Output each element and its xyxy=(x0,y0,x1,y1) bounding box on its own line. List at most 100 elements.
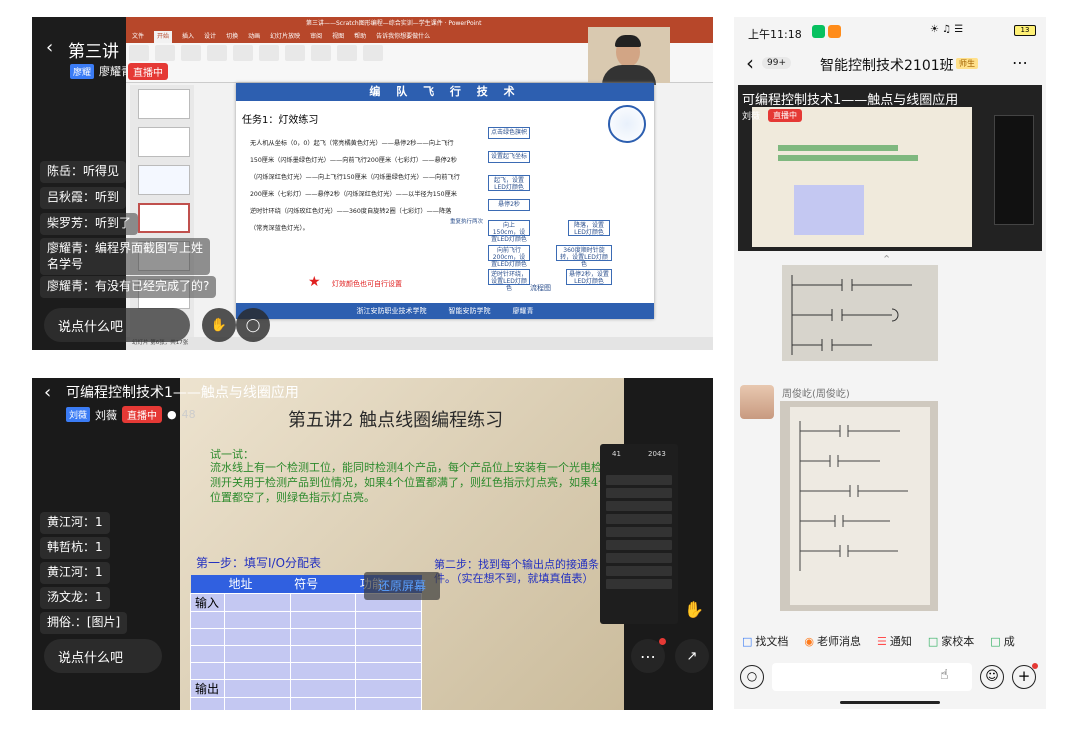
table-cell[interactable] xyxy=(224,610,291,629)
slide-thumb[interactable] xyxy=(138,127,190,157)
live-panel-bottom: 第五讲2 触点线圈编程练习 试一试： 流水线上有一个检测工位，能同时检测4个产品… xyxy=(32,378,713,710)
back-icon[interactable]: ‹ xyxy=(44,382,51,403)
ribbon-tab[interactable]: 幻灯片放映 xyxy=(270,31,300,43)
teacher-body xyxy=(602,65,656,85)
chat-bubble-icon[interactable]: ◯ xyxy=(236,308,270,342)
bottom-tabs: □ 找文档 ◉ 老师消息 ☰ 通知 □ 家校本 □ 成 xyxy=(742,631,1046,651)
font-icon[interactable] xyxy=(207,45,227,61)
add-icon[interactable]: + xyxy=(1012,665,1036,689)
ribbon-tab[interactable]: 视图 xyxy=(332,31,344,43)
chat-message: 韩哲杭：1 xyxy=(40,537,110,559)
mini-slide-text xyxy=(778,145,898,151)
mini-live-badge: 直播中 xyxy=(768,109,802,122)
find-icon[interactable] xyxy=(363,45,383,61)
handwritten-ladder-diagram xyxy=(799,421,908,571)
table-row xyxy=(190,644,422,663)
ribbon-tab[interactable]: 开始 xyxy=(154,31,173,43)
live-panel-top: ‹ 第三讲 廖耀 廖耀青 第三讲——Scratch图形编程—综合实训—学生课件 … xyxy=(32,17,713,350)
table-cell[interactable] xyxy=(355,678,422,698)
raise-hand-icon[interactable]: ✋ xyxy=(684,600,704,619)
side-row xyxy=(606,527,672,537)
tab-home-school[interactable]: □ 家校本 xyxy=(928,631,974,651)
chat-message: 黄江河：1 xyxy=(40,562,110,584)
table-row xyxy=(190,696,422,710)
unread-count[interactable]: 99+ xyxy=(762,57,791,69)
bold-icon[interactable] xyxy=(233,45,253,61)
table-cell[interactable] xyxy=(289,610,357,629)
footer-teacher: 廖耀青 xyxy=(512,307,534,315)
table-cell[interactable] xyxy=(224,627,291,646)
tab-find-doc[interactable]: □ 找文档 xyxy=(742,631,788,651)
table-cell[interactable] xyxy=(355,627,422,646)
tab-grades[interactable]: □ 成 xyxy=(990,631,1014,651)
restore-screen-button[interactable]: 还原屏幕 xyxy=(364,572,440,600)
slide-thumb[interactable] xyxy=(138,89,190,119)
flow-node: 设置起飞坐标 xyxy=(488,151,530,163)
host-tag: 刘薇 xyxy=(66,407,91,422)
flow-loop-label: 重复执行两次 xyxy=(450,219,484,225)
table-cell[interactable] xyxy=(289,592,357,612)
raise-hand-icon[interactable]: ✋ xyxy=(202,308,236,342)
table-cell[interactable] xyxy=(289,644,357,663)
table-header xyxy=(190,575,225,593)
image-message[interactable] xyxy=(780,401,938,611)
table-cell[interactable] xyxy=(224,592,291,612)
step1-label: 第一步：填写I/O分配表 xyxy=(196,556,322,570)
back-icon[interactable]: ‹ xyxy=(46,37,53,58)
new-slide-icon[interactable] xyxy=(155,45,175,61)
ribbon-tab[interactable]: 切换 xyxy=(226,31,238,43)
side-row xyxy=(606,488,672,498)
table-cell[interactable] xyxy=(289,696,357,710)
table-cell[interactable] xyxy=(289,627,357,646)
ribbon-tab[interactable]: 插入 xyxy=(182,31,194,43)
emoji-icon[interactable]: ☺ xyxy=(980,665,1004,689)
back-icon[interactable]: ‹ xyxy=(746,51,754,75)
table-cell xyxy=(190,696,225,710)
italic-icon[interactable] xyxy=(259,45,279,61)
doc-icon: □ xyxy=(742,634,753,648)
table-cell[interactable] xyxy=(289,678,357,698)
table-cell[interactable] xyxy=(355,644,422,663)
side-row xyxy=(606,475,672,485)
paste-icon[interactable] xyxy=(129,45,149,61)
table-cell[interactable] xyxy=(224,678,291,698)
table-cell[interactable] xyxy=(224,644,291,663)
teacher-webcam xyxy=(588,27,670,85)
book-icon: □ xyxy=(927,634,939,648)
ribbon-tab[interactable]: 文件 xyxy=(132,31,144,43)
ribbon-tab[interactable]: 帮助 xyxy=(354,31,366,43)
slide-thumb-selected[interactable] xyxy=(138,203,190,233)
tab-teacher-msg[interactable]: ◉ 老师消息 xyxy=(804,631,861,651)
slide-title-bar: 编 队 飞 行 技 术 xyxy=(236,83,654,101)
table-cell[interactable] xyxy=(355,696,422,710)
slide-canvas: 第五讲2 触点线圈编程练习 试一试： 流水线上有一个检测工位，能同时检测4个产品… xyxy=(180,378,624,710)
comment-input[interactable]: 说点什么吧 xyxy=(44,308,190,342)
table-header: 符号 xyxy=(290,575,356,593)
table-cell[interactable] xyxy=(224,661,291,680)
table-cell[interactable] xyxy=(355,661,422,680)
tab-label: 成 xyxy=(1003,635,1015,648)
more-menu-icon[interactable]: ⋯ xyxy=(1012,53,1028,72)
table-cell[interactable] xyxy=(224,696,291,710)
comment-input[interactable]: 说点什么吧 xyxy=(44,639,162,673)
image-message[interactable] xyxy=(782,265,938,361)
thumbs-up-icon[interactable]: ☝ xyxy=(940,667,949,683)
share-icon[interactable]: ↗ xyxy=(675,639,709,673)
layout-icon[interactable] xyxy=(181,45,201,61)
ribbon-tab[interactable]: 动画 xyxy=(248,31,260,43)
tab-notice[interactable]: ☰ 通知 xyxy=(877,631,912,651)
slide-thumb[interactable] xyxy=(138,165,190,195)
arrange-icon[interactable] xyxy=(337,45,357,61)
avatar[interactable] xyxy=(740,385,774,419)
ribbon-tab[interactable]: 设计 xyxy=(204,31,216,43)
ribbon-tab[interactable]: 告诉我你想要做什么 xyxy=(376,31,430,43)
align-icon[interactable] xyxy=(285,45,305,61)
table-cell[interactable] xyxy=(289,661,357,680)
voice-icon[interactable]: ○ xyxy=(740,665,764,689)
mini-live-window[interactable]: 可编程控制技术1——触点与线圈应用 刘薇 直播中 xyxy=(738,85,1042,251)
shapes-icon[interactable] xyxy=(311,45,331,61)
mini-slide-table xyxy=(794,185,864,235)
ribbon-tab[interactable]: 审阅 xyxy=(310,31,322,43)
table-cell[interactable] xyxy=(355,610,422,629)
flow-node: 360度顺时针旋转，设置LED灯颜色 xyxy=(556,245,612,268)
